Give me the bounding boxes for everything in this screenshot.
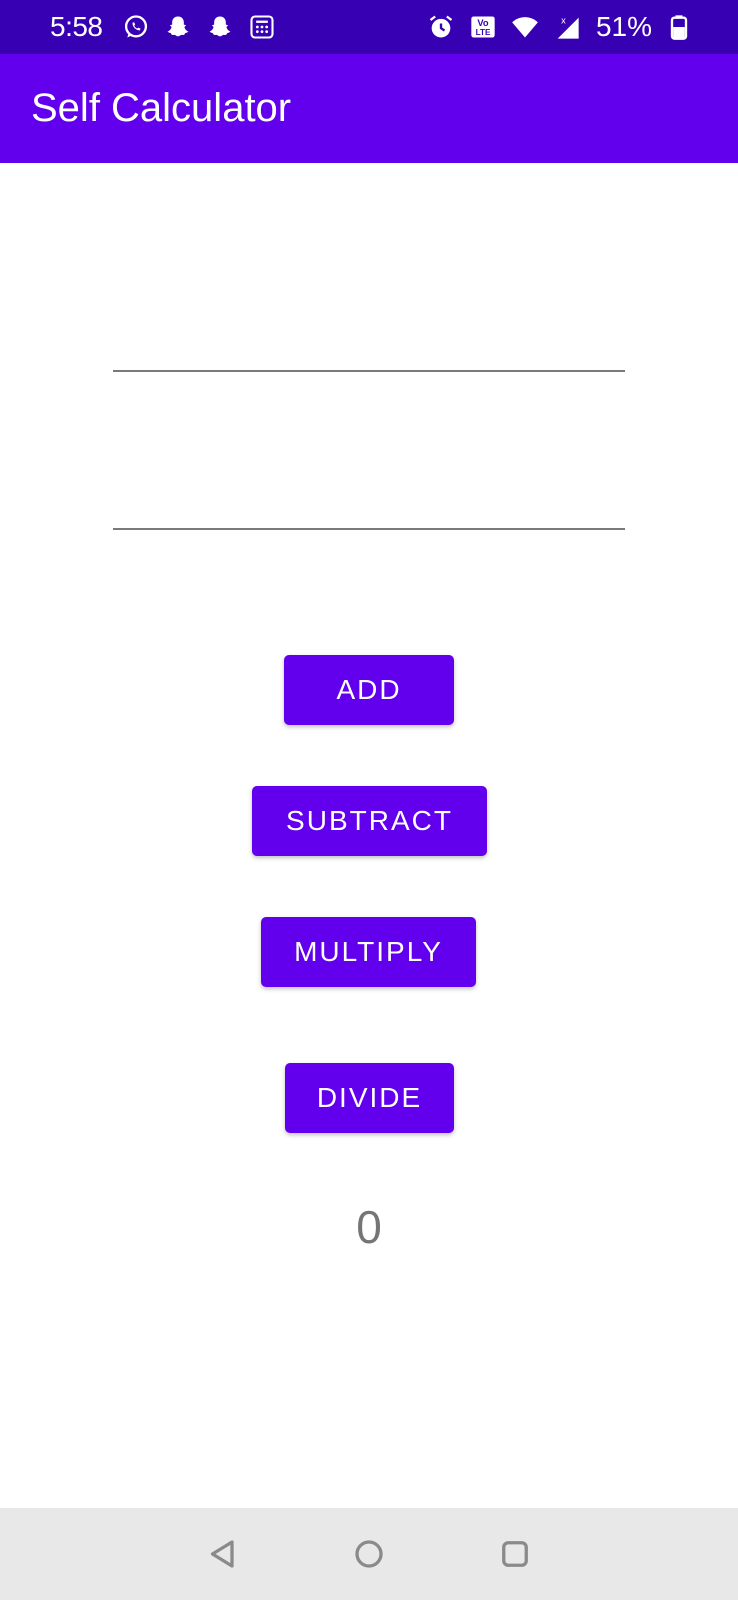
recents-icon[interactable]	[492, 1531, 538, 1577]
status-right: Vo LTE x 51%	[426, 11, 694, 43]
status-time: 5:58	[50, 11, 103, 42]
add-button[interactable]: ADD	[284, 655, 454, 725]
wifi-icon	[510, 12, 540, 42]
second-number-input[interactable]	[113, 484, 625, 530]
snapchat-icon	[163, 12, 193, 42]
whatsapp-icon	[121, 12, 151, 42]
snapchat-icon	[205, 12, 235, 42]
alarm-icon	[426, 12, 456, 42]
navigation-bar	[0, 1508, 738, 1600]
svg-text:LTE: LTE	[476, 28, 491, 37]
calculator-app-icon	[247, 12, 277, 42]
status-left: 5:58	[50, 11, 277, 43]
divide-button[interactable]: DIVIDE	[285, 1063, 454, 1133]
signal-icon: x	[552, 12, 582, 42]
first-number-input[interactable]	[113, 326, 625, 372]
home-icon[interactable]	[346, 1531, 392, 1577]
multiply-button[interactable]: MULTIPLY	[261, 917, 476, 987]
status-bar: 5:58 Vo LTE x 51%	[0, 0, 738, 54]
result-text: 0	[356, 1201, 382, 1253]
subtract-button[interactable]: SUBTRACT	[252, 786, 487, 856]
battery-percent: 51%	[595, 11, 652, 42]
svg-text:Vo: Vo	[477, 18, 489, 28]
back-icon[interactable]	[200, 1531, 246, 1577]
volte-icon: Vo LTE	[468, 12, 498, 42]
app-bar: Self Calculator	[0, 54, 738, 163]
svg-text:x: x	[561, 16, 566, 26]
battery-icon	[664, 12, 694, 42]
app-title: Self Calculator	[31, 86, 292, 130]
